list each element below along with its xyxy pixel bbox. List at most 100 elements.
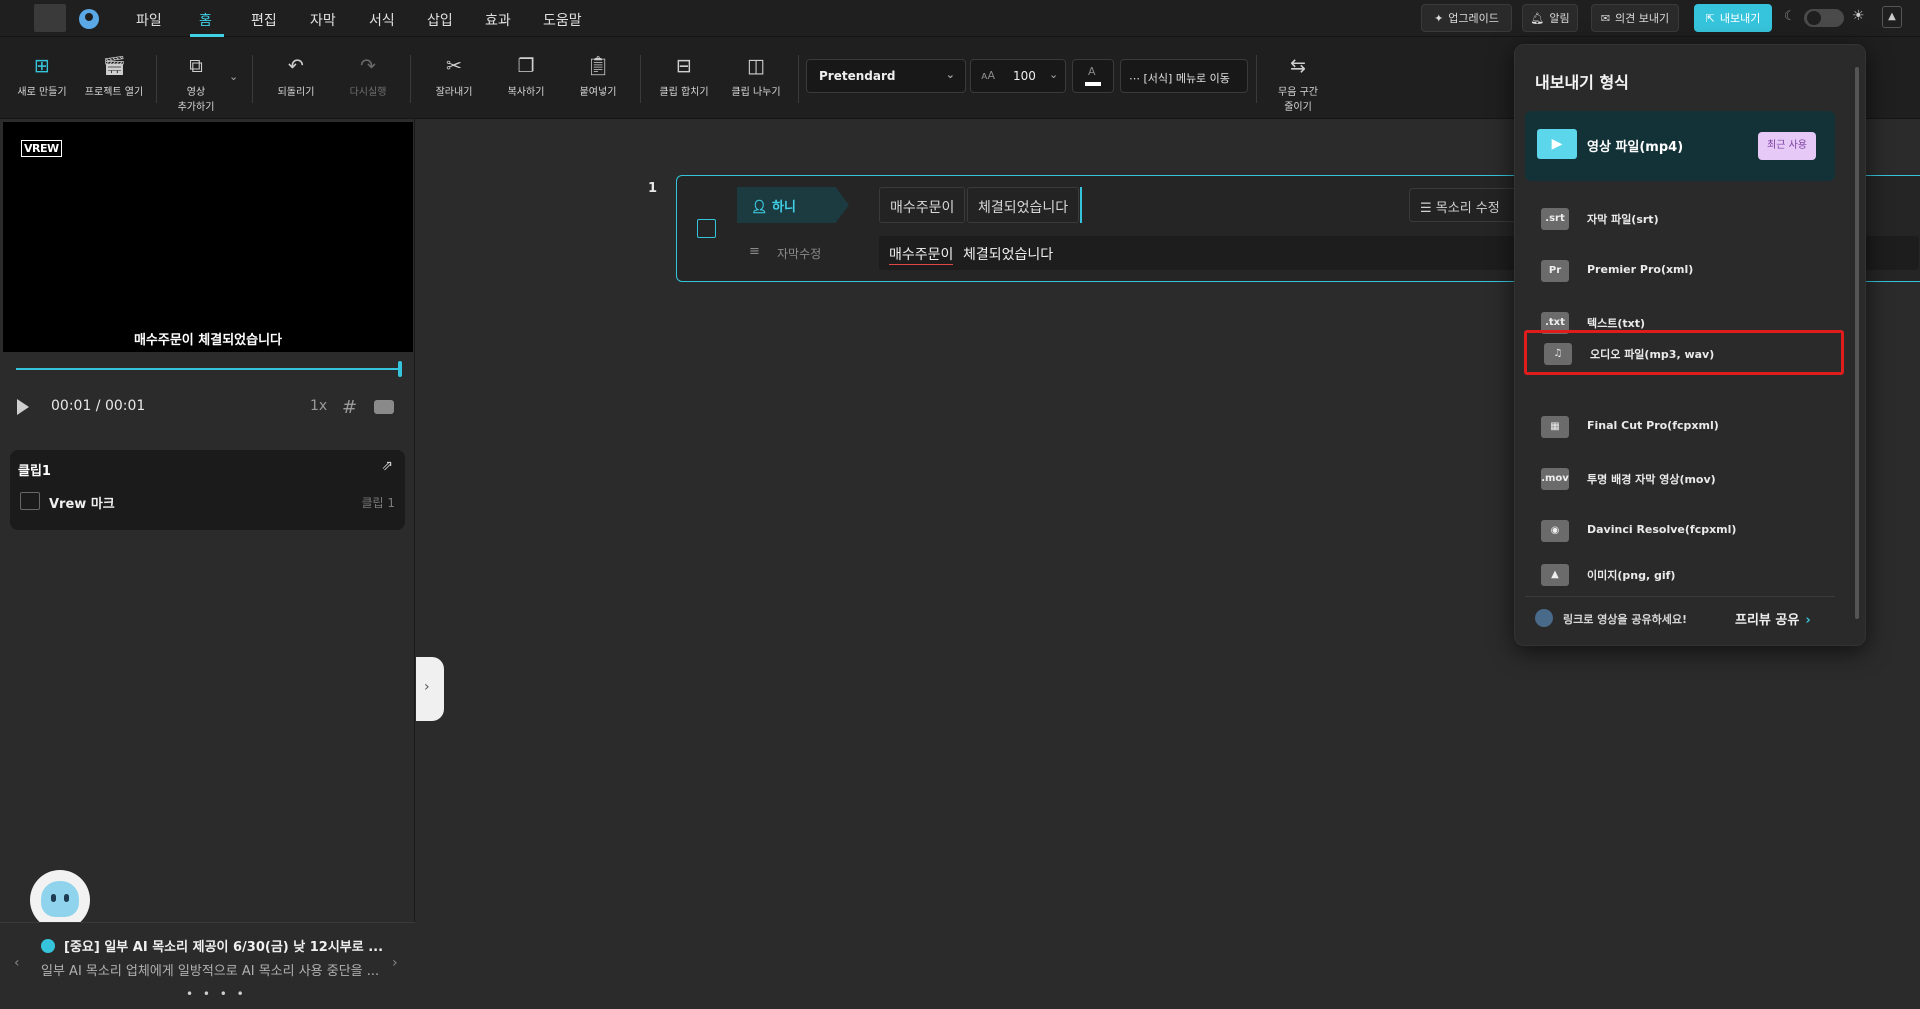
scrollbar[interactable] (1855, 67, 1859, 619)
playback-time: 00:01 / 00:01 (51, 398, 146, 414)
clip-card[interactable]: 클립1 ⇗ Vrew 마크 클립 1 (10, 450, 405, 530)
undo-button[interactable]: ↶ 되돌리기 (260, 55, 332, 98)
menu-effect[interactable]: 효과 (485, 10, 511, 30)
undo-icon: ↶ (288, 55, 304, 77)
notice-title: [중요] 일부 AI 목소리 제공이 6/30(금) 낮 12시부로 ... (64, 940, 384, 955)
theme-toggle[interactable] (1804, 9, 1844, 27)
video-preview[interactable]: VREW 매수주문이 체결되었습니다 (3, 122, 413, 352)
subtitle-icon: ≡ (749, 244, 760, 259)
chatbot-face-icon (41, 881, 79, 917)
chatbot-button[interactable] (30, 870, 90, 930)
export-premiere-item[interactable]: Pr Premier Pro(xml) (1525, 248, 1835, 294)
play-icon[interactable] (17, 399, 29, 415)
chevron-right-icon: › (1805, 613, 1811, 628)
menu-home[interactable]: 홈 (199, 10, 212, 30)
premiere-icon: Pr (1541, 260, 1569, 282)
redo-icon: ↷ (360, 55, 376, 77)
export-mov-item[interactable]: .mov 투명 배경 자막 영상(mov) (1525, 456, 1835, 502)
notice-banner[interactable]: [중요] 일부 AI 목소리 제공이 6/30(금) 낮 12시부로 ... 일… (0, 922, 415, 1009)
text-cursor (1080, 187, 1082, 223)
font-family-select[interactable]: Pretendard ⌄ (806, 59, 966, 93)
playback-knob[interactable] (398, 361, 402, 377)
sun-icon: ☀ (1852, 8, 1865, 24)
link-icon (1535, 609, 1553, 627)
add-video-button[interactable]: ⧉ 영상 추가하기 (160, 55, 232, 113)
mail-icon: ✉ (1600, 11, 1611, 25)
word-chip[interactable]: 매수주문이 (879, 187, 966, 223)
menu-format[interactable]: 서식 (369, 10, 395, 30)
font-size-select[interactable]: ᴀA 100 ⌄ (970, 59, 1066, 93)
menu-edit[interactable]: 편집 (251, 10, 277, 30)
chevron-down-icon[interactable]: ⌄ (229, 70, 238, 83)
notice-body: 일부 AI 목소리 업체에게 일방적으로 AI 목소리 사용 중단을 ... (41, 964, 380, 979)
export-button[interactable]: ⇱ 내보내기 (1694, 4, 1772, 32)
feedback-button[interactable]: ✉ 의견 보내기 (1591, 4, 1679, 32)
split-clip-button[interactable]: ◫ 클립 나누기 (720, 55, 792, 98)
playback-speed[interactable]: 1x (310, 398, 327, 414)
color-swatch (1085, 82, 1101, 86)
copy-button[interactable]: ❐ 복사하기 (490, 55, 562, 98)
toolbar-divider (156, 55, 157, 103)
clipboard-icon: 📋︎ (585, 55, 611, 77)
share-preview-row[interactable]: 링크로 영상을 공유하세요! 프리뷰 공유 › (1525, 596, 1835, 636)
share-preview-button[interactable]: 프리뷰 공유 › (1735, 609, 1811, 628)
export-image-item[interactable]: ▲ 이미지(png, gif) (1525, 560, 1835, 590)
speaker-tag[interactable]: 👤︎ 하니 (737, 187, 849, 223)
toolbar-divider (410, 55, 411, 103)
subtitle-label: 자막수정 (777, 247, 822, 261)
export-format-panel: 내보내기 형식 ▶ 영상 파일(mp4) 최근 사용 .srt 자막 파일(sr… (1514, 44, 1866, 646)
merge-clip-button[interactable]: ⊟ 클립 합치기 (648, 55, 720, 98)
chevron-left-icon[interactable]: ‹ (14, 955, 20, 971)
vrew-watermark: VREW (21, 140, 62, 157)
grid-icon[interactable]: # (342, 397, 357, 418)
notification-button[interactable]: 🔔︎ 알림 (1522, 4, 1578, 32)
collapse-ribbon-icon[interactable]: ▲ (1882, 6, 1902, 28)
export-audio-item[interactable]: ♫ 오디오 파일(mp3, wav) (1524, 330, 1844, 375)
add-video-icon: ⧉ (189, 55, 203, 77)
open-external-icon[interactable]: ⇗ (381, 458, 393, 474)
share-prompt: 링크로 영상을 공유하세요! (1563, 613, 1687, 626)
left-panel: VREW 매수주문이 체결되었습니다 00:01 / 00:01 1x # 클립… (0, 119, 415, 1009)
chevron-down-icon: ⌄ (945, 68, 955, 81)
export-mp4-item[interactable]: ▶ 영상 파일(mp4) 최근 사용 (1525, 111, 1835, 181)
clip-checkbox[interactable] (697, 219, 716, 238)
menu-help[interactable]: 도움말 (543, 10, 582, 30)
playback-progress[interactable] (16, 368, 400, 370)
cut-button[interactable]: ✂ 잘라내기 (418, 55, 490, 98)
upgrade-button[interactable]: ✦ 업그레이드 (1421, 4, 1512, 32)
merge-icon: ⊟ (676, 55, 692, 77)
paste-button[interactable]: 📋︎ 붙여넣기 (562, 55, 634, 98)
user-icon[interactable] (79, 9, 99, 29)
toolbar-divider (252, 55, 253, 103)
menu-insert[interactable]: 삽입 (427, 10, 453, 30)
font-color-button[interactable]: A (1072, 59, 1114, 93)
toolbar-divider (798, 55, 799, 103)
voice-edit-button[interactable]: ☰ 목소리 수정 (1409, 188, 1529, 222)
chat-bubble-icon (41, 939, 55, 953)
split-icon: ◫ (747, 55, 765, 77)
font-size-icon: ᴀA (981, 69, 996, 82)
subtitle-toggle-icon[interactable] (374, 400, 394, 414)
new-project-button[interactable]: ⊞ 새로 만들기 (6, 55, 78, 98)
collapse-panel-button[interactable]: › (416, 657, 444, 721)
redo-button[interactable]: ↷ 다시실행 (332, 55, 404, 98)
srt-file-icon: .srt (1541, 208, 1569, 230)
format-menu-button[interactable]: ⋯ [서식] 메뉴로 이동 (1120, 59, 1248, 93)
export-srt-item[interactable]: .srt 자막 파일(srt) (1525, 196, 1835, 242)
chevron-down-icon: ⌄ (1049, 68, 1059, 81)
recent-badge: 최근 사용 (1758, 132, 1816, 160)
export-finalcut-item[interactable]: ▦ Final Cut Pro(fcpxml) (1525, 404, 1835, 450)
app-logo (34, 4, 66, 32)
preview-caption: 매수주문이 체결되었습니다 (133, 333, 283, 348)
menu-subtitle[interactable]: 자막 (310, 10, 336, 30)
reduce-silence-button[interactable]: ⇆ 무음 구간 줄이기 (1262, 55, 1334, 113)
chevron-right-icon[interactable]: › (392, 955, 398, 971)
sparkle-icon: ✦ (1434, 11, 1444, 25)
menu-file[interactable]: 파일 (136, 10, 162, 30)
open-project-button[interactable]: 🎬︎ 프로젝트 열기 (78, 55, 150, 98)
export-davinci-item[interactable]: ◉ Davinci Resolve(fcpxml) (1525, 508, 1835, 554)
moon-icon: ☾ (1784, 9, 1796, 24)
speaker-icon: 👤︎ (751, 200, 768, 215)
pagination-dots[interactable]: • • • • (186, 987, 247, 1001)
word-chip[interactable]: 체결되었습니다 (967, 187, 1080, 223)
